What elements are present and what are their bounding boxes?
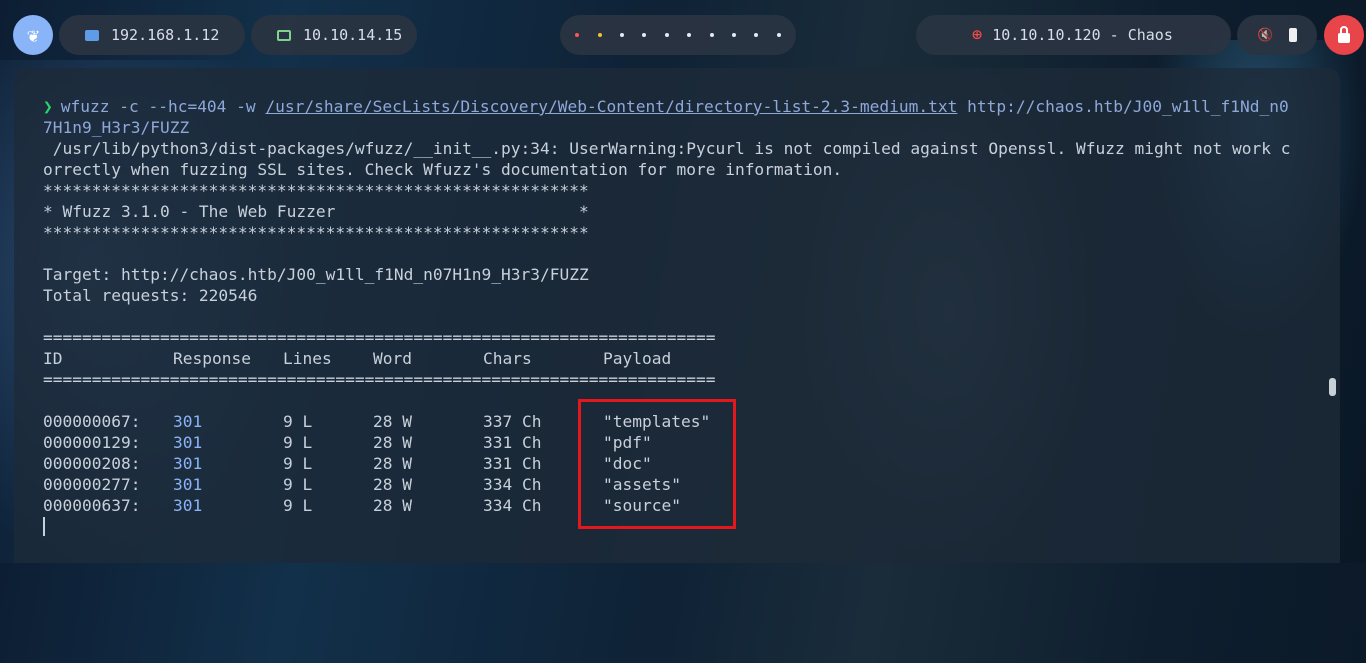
row-id: 000000277: [43, 475, 141, 494]
wordlist-path-link[interactable]: /usr/share/SecLists/Discovery/Web-Conten… [265, 97, 957, 116]
system-tray: 🔇 [1237, 15, 1317, 55]
text-cursor [43, 517, 45, 536]
row-id: 000000129: [43, 433, 141, 452]
row-response: 301 [173, 433, 203, 452]
row-word: 28 W [373, 496, 412, 515]
row-response: 301 [173, 475, 203, 494]
row-response: 301 [173, 412, 203, 431]
separator-top: ========================================… [43, 328, 716, 347]
row-chars: 331 Ch [483, 454, 542, 473]
row-chars: 334 Ch [483, 496, 542, 515]
row-word: 28 W [373, 412, 412, 431]
payload-highlight-box [578, 399, 736, 529]
row-id: 000000637: [43, 496, 141, 515]
row-lines: 9 L [283, 412, 313, 431]
workspace-10[interactable] [776, 33, 781, 37]
header-word: Word [373, 349, 412, 368]
top-bar: ❦ 192.168.1.12 10.10.14.15 ⊕ 10.10.10.12… [0, 0, 1366, 70]
row-id: 000000067: [43, 412, 141, 431]
row-chars: 337 Ch [483, 412, 542, 431]
parrot-logo-icon: ❦ [26, 23, 40, 47]
banner-title: * Wfuzz 3.1.0 - The Web Fuzzer * [43, 202, 589, 221]
local-ip-widget[interactable]: 192.168.1.12 [59, 15, 245, 55]
row-lines: 9 L [283, 496, 313, 515]
crosshair-icon: ⊕ [972, 25, 983, 45]
battery-icon[interactable] [1289, 28, 1298, 42]
table-header: ID Response Lines Word Chars Payload [43, 348, 843, 369]
target-url-part2: 7H1n9_H3r3/FUZZ [43, 118, 190, 137]
header-id: ID [43, 349, 63, 368]
scrollbar-thumb[interactable] [1329, 378, 1336, 396]
banner-bottom: ****************************************… [43, 223, 589, 242]
row-lines: 9 L [283, 475, 313, 494]
row-word: 28 W [373, 475, 412, 494]
header-chars: Chars [483, 349, 532, 368]
row-lines: 9 L [283, 454, 313, 473]
row-id: 000000208: [43, 454, 141, 473]
lock-screen-button[interactable] [1324, 15, 1364, 55]
workspace-7[interactable] [709, 33, 714, 37]
row-chars: 331 Ch [483, 433, 542, 452]
row-response: 301 [173, 496, 203, 515]
ethernet-icon [85, 29, 99, 41]
terminal-window[interactable]: ❯ wfuzz -c --hc=404 -w /usr/share/SecList… [14, 68, 1340, 563]
launcher-button[interactable]: ❦ [13, 15, 53, 55]
header-payload: Payload [603, 349, 672, 368]
workspace-5[interactable] [664, 33, 669, 37]
row-response: 301 [173, 454, 203, 473]
workspace-9[interactable] [754, 33, 759, 37]
warning-line-2: orrectly when fuzzing SSL sites. Check W… [43, 160, 843, 179]
workspace-6[interactable] [687, 33, 692, 37]
row-chars: 334 Ch [483, 475, 542, 494]
vpn-ip-text: 10.10.14.15 [303, 26, 403, 44]
workspace-2[interactable] [597, 33, 602, 37]
prompt-symbol: ❯ [43, 97, 53, 116]
target-line: Target: http://chaos.htb/J00_w1ll_f1Nd_n… [43, 265, 589, 284]
command-line: ❯ wfuzz -c --hc=404 -w /usr/share/SecList… [43, 96, 1289, 117]
target-widget[interactable]: ⊕ 10.10.10.120 - Chaos [916, 15, 1231, 55]
target-text: 10.10.10.120 - Chaos [992, 26, 1173, 44]
banner-top: ****************************************… [43, 181, 589, 200]
row-word: 28 W [373, 454, 412, 473]
warning-line-1: /usr/lib/python3/dist-packages/wfuzz/__i… [43, 139, 1291, 158]
lock-icon [1338, 26, 1350, 43]
row-lines: 9 L [283, 433, 313, 452]
workspace-8[interactable] [731, 33, 736, 37]
workspace-3[interactable] [619, 33, 624, 37]
local-ip-text: 192.168.1.12 [111, 26, 220, 44]
separator-bottom: ========================================… [43, 370, 716, 389]
workspace-switcher [560, 15, 796, 55]
vpn-ip-widget[interactable]: 10.10.14.15 [251, 15, 417, 55]
workspace-1[interactable] [575, 33, 580, 37]
volume-muted-icon[interactable]: 🔇 [1257, 28, 1273, 43]
row-word: 28 W [373, 433, 412, 452]
workspace-4[interactable] [642, 33, 647, 37]
vpn-laptop-icon [277, 29, 291, 41]
header-response: Response [173, 349, 251, 368]
total-requests-line: Total requests: 220546 [43, 286, 258, 305]
header-lines: Lines [283, 349, 332, 368]
target-url-part1: http://chaos.htb/J00_w1ll_f1Nd_n0 [957, 97, 1289, 116]
command-prefix: wfuzz -c --hc=404 -w [60, 97, 266, 116]
